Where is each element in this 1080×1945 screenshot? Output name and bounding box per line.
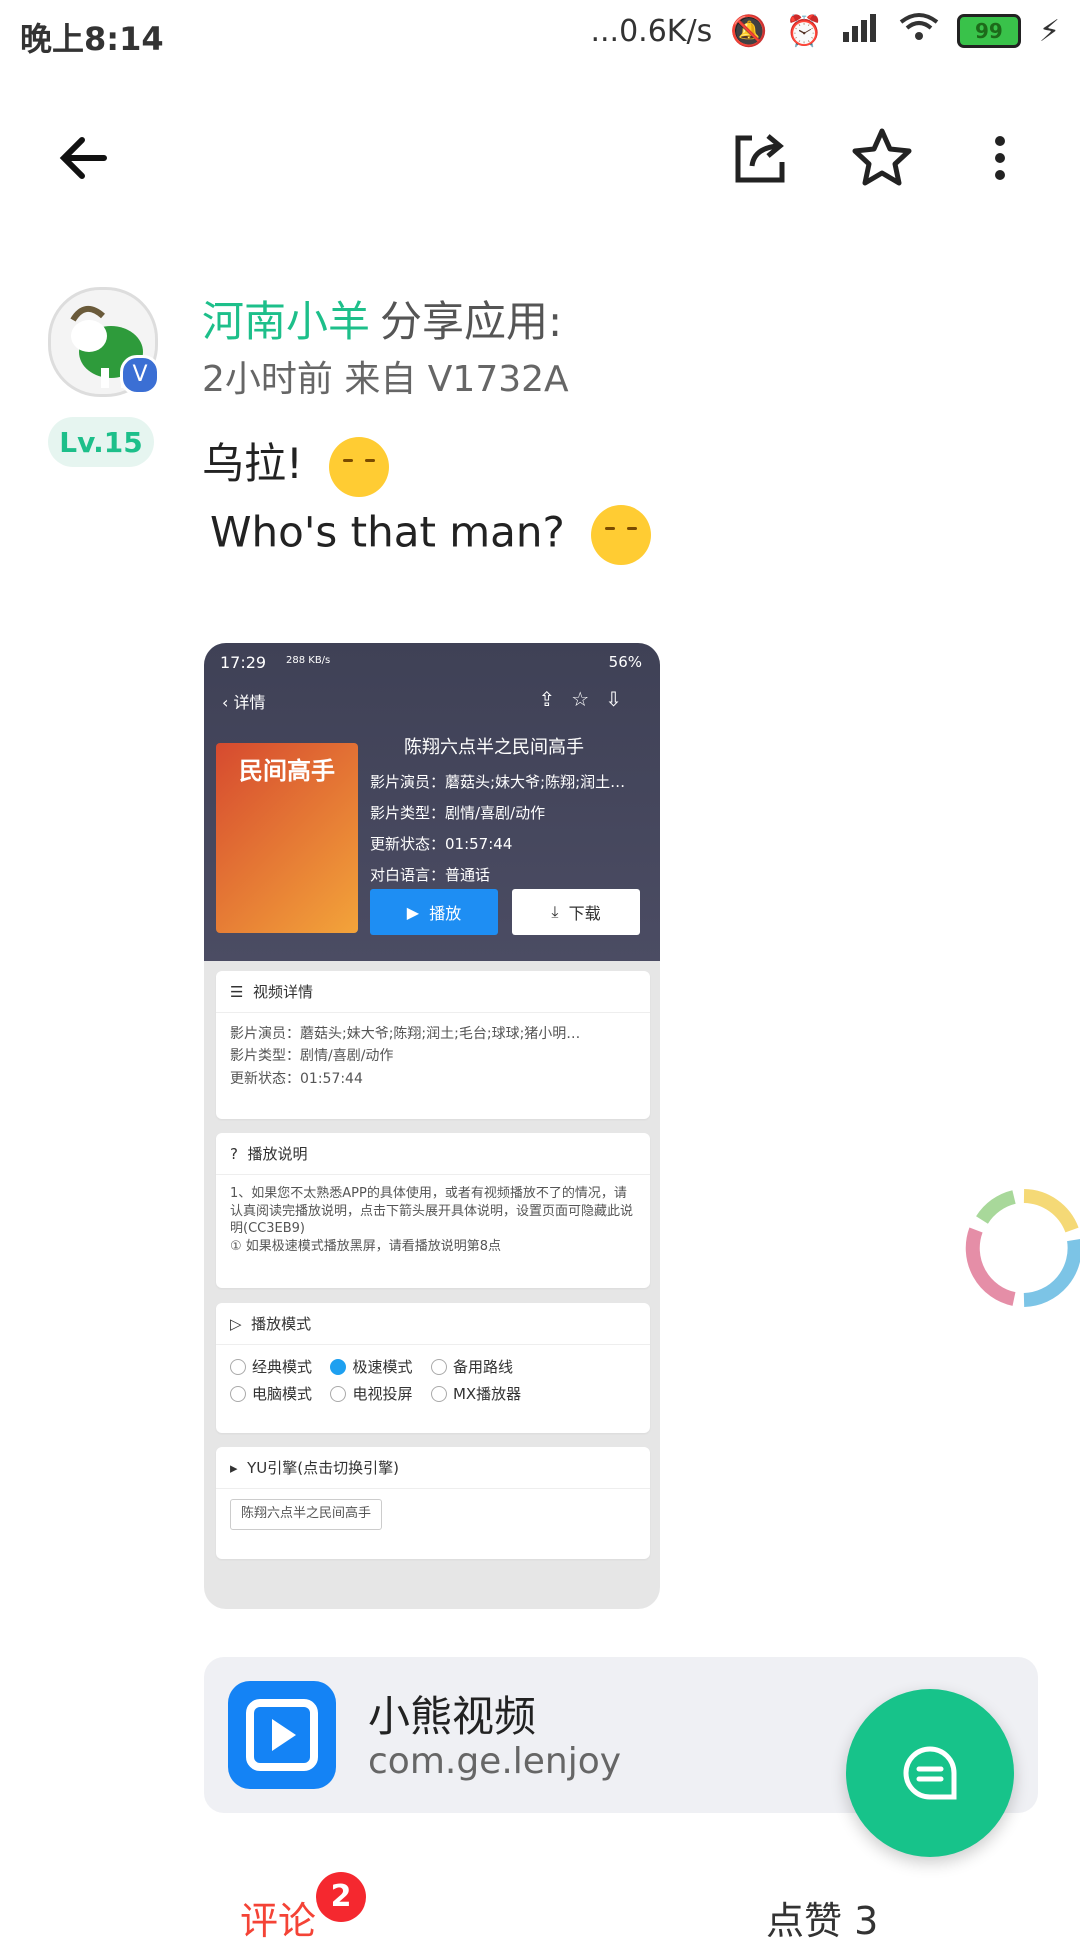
shot-detail-actors: 影片演员：蘑菇头;妹大爷;陈翔;润土;毛台;球球;猪小明…	[230, 1026, 581, 1042]
shot-mode-backup: 备用路线	[430, 1355, 513, 1379]
shot-nav-title: 详情	[233, 693, 266, 712]
shot-episode-chip: 陈翔六点半之民间高手	[230, 1499, 383, 1530]
shot-engine-header: ▸ YU引擎(点击切换引擎)	[216, 1447, 650, 1489]
grin-emoji-icon	[328, 436, 389, 497]
share-button[interactable]	[724, 122, 796, 194]
top-toolbar	[0, 72, 1080, 242]
shot-details-card: ☰ 视频详情 影片演员：蘑菇头;妹大爷;陈翔;润土;毛台;球球;猪小明… 影片类…	[216, 971, 650, 1119]
tab-comments[interactable]: 评论	[240, 1890, 316, 1945]
shot-mode-card: ▷ 播放模式 经典模式 极速模式 备用路线 电脑模式 电视投屏 MX播放器	[216, 1303, 650, 1433]
shot-poster: 民间高手	[216, 743, 358, 933]
signal-icon	[841, 12, 881, 50]
author-name[interactable]: 河南小羊	[202, 297, 370, 346]
shot-details-body: 影片演员：蘑菇头;妹大爷;陈翔;润土;毛台;球球;猪小明… 影片类型：剧情/喜剧…	[216, 1013, 650, 1100]
app-package: com.ge.lenjoy	[368, 1741, 622, 1782]
shot-info-status: 更新状态：01:57:44	[370, 835, 513, 853]
comment-icon	[903, 1746, 957, 1800]
shot-back: ‹ 详情	[222, 693, 266, 712]
shot-mode-fast-label: 极速模式	[352, 1358, 413, 1376]
post-author-line: 河南小羊 分享应用:	[202, 288, 562, 349]
shot-speed: 288 KB/s	[286, 655, 331, 666]
shot-header: 17:29 288 KB/s 56% ‹ 详情 ⇪☆⇩ 民间高手 陈翔六点半之民…	[204, 643, 660, 961]
shot-actions: ⇪☆⇩	[538, 687, 638, 711]
shot-time: 17:29	[220, 653, 267, 672]
comment-fab[interactable]	[846, 1689, 1014, 1857]
grin-emoji-icon	[590, 505, 651, 565]
shot-detail-genre: 影片类型：剧情/喜剧/动作	[230, 1048, 394, 1065]
post-image[interactable]: 17:29 288 KB/s 56% ‹ 详情 ⇪☆⇩ 民间高手 陈翔六点半之民…	[204, 643, 660, 1609]
more-vertical-icon	[995, 136, 1005, 180]
shot-mode-backup-label: 备用路线	[452, 1358, 513, 1376]
shot-mode-pc-label: 电脑模式	[252, 1385, 313, 1404]
post-meta: 2小时前 来自 V1732A	[202, 359, 569, 400]
shot-help-title: 播放说明	[247, 1145, 308, 1163]
shot-engine-card: ▸ YU引擎(点击切换引擎) 陈翔六点半之民间高手	[216, 1447, 650, 1559]
verified-badge: V	[120, 355, 160, 395]
more-button[interactable]	[964, 122, 1036, 194]
app-name: 小熊视频	[368, 1692, 537, 1741]
post-text-1: 乌拉!	[202, 439, 303, 488]
shot-download-button: ⤓ 下载	[512, 889, 640, 935]
post-text-line1: 乌拉!	[202, 430, 389, 497]
back-button[interactable]	[48, 122, 120, 194]
share-icon	[735, 134, 785, 183]
status-bar: 晚上8:14 ...0.6K/s 🔕 ⏰ 99 ⚡	[0, 0, 1080, 72]
shot-battery: 56%	[608, 653, 642, 671]
shot-mode-options: 经典模式 极速模式 备用路线 电脑模式 电视投屏 MX播放器	[216, 1345, 650, 1420]
shot-play-label: 播放	[429, 904, 462, 923]
status-time: 晚上8:14	[20, 20, 164, 58]
shot-mode-classic: 经典模式	[230, 1355, 312, 1379]
shot-movie-title: 陈翔六点半之民间高手	[404, 737, 584, 758]
shot-info: 影片演员：蘑菇头;妹大爷;陈翔;润土… 影片类型：剧情/喜剧/动作 更新状态：0…	[370, 767, 650, 891]
shot-help-body: 1、如果您不太熟悉APP的具体使用，或者有视频播放不了的情况，请认真阅读完播放说…	[216, 1175, 650, 1265]
level-badge: Lv.15	[48, 417, 154, 467]
shot-mode-classic-label: 经典模式	[252, 1358, 313, 1376]
battery-icon: 99	[956, 14, 1021, 48]
post-action: 分享应用:	[380, 297, 563, 346]
shot-mode-pc: 电脑模式	[230, 1382, 312, 1406]
shot-details-header: ☰ 视频详情	[216, 971, 650, 1013]
mute-icon: 🔕	[730, 13, 768, 49]
net-speed: ...0.6K/s	[590, 13, 713, 49]
shot-mode-fast: 极速模式	[330, 1355, 412, 1379]
shot-mode-tv: 电视投屏	[330, 1382, 412, 1406]
alarm-icon: ⏰	[785, 13, 823, 49]
shot-play-button: ▶ 播放	[370, 889, 498, 935]
shot-engine-body: 陈翔六点半之民间高手	[216, 1489, 650, 1540]
charging-icon: ⚡	[1038, 13, 1060, 49]
shot-mode-mx: MX播放器	[430, 1382, 522, 1406]
shot-help-text: 1、如果您不太熟悉APP的具体使用，或者有视频播放不了的情况，请认真阅读完播放说…	[230, 1186, 634, 1237]
shot-mode-header: ▷ 播放模式	[216, 1303, 650, 1345]
arrow-left-icon	[59, 137, 107, 179]
app-icon	[228, 1681, 336, 1789]
star-icon	[852, 128, 912, 186]
shot-mode-mx-label: MX播放器	[452, 1385, 522, 1404]
shot-engine-title: YU引擎(点击切换引擎)	[247, 1459, 399, 1477]
play-video-icon	[246, 1699, 318, 1771]
shot-mode-tv-label: 电视投屏	[352, 1385, 413, 1404]
wifi-icon	[899, 12, 939, 50]
shot-details-title: 视频详情	[252, 983, 313, 1001]
shot-help-card: ? 播放说明 1、如果您不太熟悉APP的具体使用，或者有视频播放不了的情况，请认…	[216, 1133, 650, 1288]
post-text-2: Who's that man?	[210, 507, 565, 557]
shot-detail-status: 更新状态：01:57:44	[230, 1070, 363, 1087]
shot-help-header: ? 播放说明	[216, 1133, 650, 1175]
shot-info-language: 对白语言：普通话	[370, 866, 491, 884]
tab-likes[interactable]: 点赞 3	[766, 1890, 878, 1945]
comments-badge: 2	[316, 1872, 366, 1922]
loading-spinner-icon	[962, 1186, 1080, 1310]
shot-mode-title: 播放模式	[251, 1315, 312, 1333]
post-text-line2: Who's that man?	[210, 505, 651, 565]
shot-help-note: ① 如果极速模式播放黑屏，请看播放说明第8点	[230, 1238, 502, 1254]
shot-download-label: 下载	[568, 904, 601, 923]
shot-info-genre: 影片类型：剧情/喜剧/动作	[370, 804, 546, 822]
status-icons: ...0.6K/s 🔕 ⏰ 99 ⚡	[590, 12, 1060, 50]
shot-info-actors: 影片演员：蘑菇头;妹大爷;陈翔;润土…	[370, 773, 626, 791]
favorite-button[interactable]	[846, 122, 918, 194]
